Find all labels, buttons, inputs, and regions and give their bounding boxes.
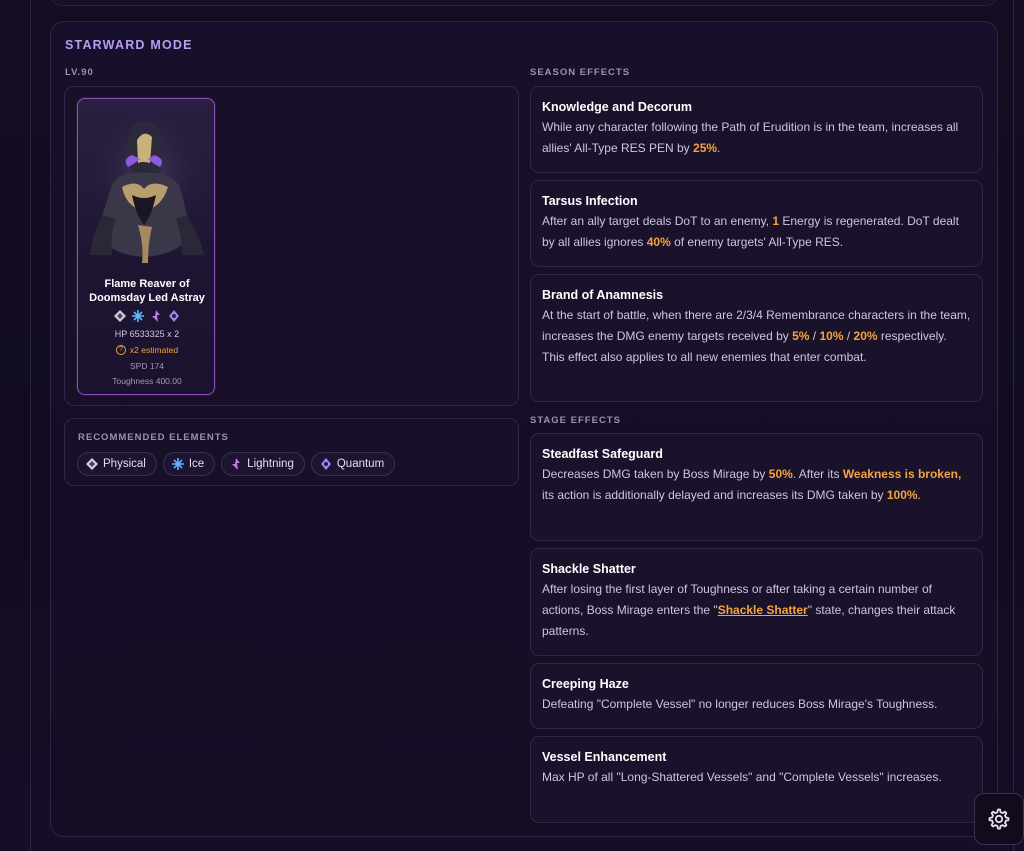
season-effect-card: Knowledge and Decorum While any characte… bbox=[530, 86, 983, 173]
hp-estimate: ? x2 estimated bbox=[78, 345, 216, 355]
description-text: / bbox=[843, 329, 854, 343]
weakness-row bbox=[78, 309, 216, 322]
enemy-card[interactable]: Flame Reaver of Doomsday Led Astray HP 6… bbox=[77, 98, 215, 395]
highlight-value: 50% bbox=[768, 467, 793, 481]
effect-title: Vessel Enhancement bbox=[542, 750, 667, 764]
element-chip-ice[interactable]: Ice bbox=[162, 452, 216, 476]
element-chip-label: Lightning bbox=[247, 458, 294, 470]
description-text: / bbox=[809, 329, 820, 343]
element-chip-label: Quantum bbox=[336, 458, 385, 470]
ice-icon bbox=[132, 309, 144, 322]
lightning-icon bbox=[232, 458, 241, 470]
enemy-toughness: Toughness 400.00 bbox=[112, 376, 182, 386]
description-text: . bbox=[917, 488, 921, 502]
ice-icon bbox=[171, 458, 184, 470]
description-text: Decreases DMG taken by Boss Mirage by bbox=[542, 467, 769, 481]
enemy-spd: SPD 174 bbox=[129, 361, 165, 371]
effect-title: Creeping Haze bbox=[542, 677, 629, 691]
quantum-icon bbox=[320, 458, 331, 470]
element-chip-quantum[interactable]: Quantum bbox=[310, 452, 396, 476]
hp-estimate-text: x2 estimated bbox=[129, 345, 179, 355]
estimate-icon: ? bbox=[115, 345, 126, 355]
effect-description: After losing the first layer of Toughnes… bbox=[542, 579, 971, 642]
physical-icon bbox=[86, 458, 98, 470]
effect-description: Decreases DMG taken by Boss Mirage by 50… bbox=[542, 464, 971, 506]
enemy-name: Flame Reaver of Doomsday Led Astray bbox=[89, 278, 205, 304]
description-text: . bbox=[717, 141, 721, 155]
effect-title: Shackle Shatter bbox=[542, 562, 636, 576]
level-label: LV.90 bbox=[65, 67, 94, 78]
highlight-value: 100% bbox=[886, 488, 918, 502]
effect-description: While any character following the Path o… bbox=[542, 117, 971, 159]
stage-effect-card: Steadfast Safeguard Decreases DMG taken … bbox=[530, 433, 983, 541]
highlight-value: Weakness is broken, bbox=[842, 467, 962, 481]
season-effects-label: SEASON EFFECTS bbox=[530, 67, 631, 78]
effect-description: Max HP of all "Long-Shattered Vessels" a… bbox=[542, 767, 971, 788]
description-text: its action is additionally delayed and i… bbox=[542, 488, 887, 502]
effect-title: Knowledge and Decorum bbox=[542, 100, 693, 114]
shackle-shatter-link[interactable]: Shackle Shatter bbox=[718, 603, 808, 617]
recommended-elements-panel: RECOMMENDED ELEMENTS Physical Ice Lightn… bbox=[64, 418, 519, 486]
season-effect-card: Brand of Anamnesis At the start of battl… bbox=[530, 274, 983, 402]
effect-title: Steadfast Safeguard bbox=[542, 447, 663, 461]
quantum-icon bbox=[168, 309, 180, 322]
recommended-elements-label: RECOMMENDED ELEMENTS bbox=[78, 432, 229, 443]
effect-description: After an ally target deals DoT to an ene… bbox=[542, 211, 971, 253]
element-chips: Physical Ice Lightning Quantum bbox=[77, 452, 396, 476]
previous-section-card bbox=[50, 0, 998, 6]
stage-effects-label: STAGE EFFECTS bbox=[530, 415, 621, 426]
gear-icon bbox=[988, 808, 1010, 830]
highlight-value: 5% bbox=[792, 329, 810, 343]
stage-effect-card: Shackle Shatter After losing the first l… bbox=[530, 548, 983, 656]
description-text: . After its bbox=[792, 467, 843, 481]
lightning-icon bbox=[150, 309, 162, 322]
stage-effect-card: Vessel Enhancement Max HP of all "Long-S… bbox=[530, 736, 983, 823]
highlight-value: 40% bbox=[646, 235, 671, 249]
effect-description: At the start of battle, when there are 2… bbox=[542, 305, 971, 368]
highlight-value: 20% bbox=[853, 329, 878, 343]
description-text: After an ally target deals DoT to an ene… bbox=[542, 214, 773, 228]
element-chip-label: Ice bbox=[188, 458, 205, 470]
element-chip-lightning[interactable]: Lightning bbox=[221, 452, 305, 476]
highlight-value: 25% bbox=[693, 141, 718, 155]
description-text: of enemy targets' All-Type RES. bbox=[670, 235, 844, 249]
element-chip-label: Physical bbox=[103, 458, 146, 470]
description-text: Max HP of all "Long-Shattered Vessels" a… bbox=[542, 770, 942, 784]
season-effect-card: Tarsus Infection After an ally target de… bbox=[530, 180, 983, 267]
highlight-value: 10% bbox=[819, 329, 844, 343]
element-chip-physical[interactable]: Physical bbox=[77, 452, 157, 476]
enemy-portrait bbox=[82, 115, 212, 265]
description-text: While any character following the Path o… bbox=[542, 120, 959, 155]
enemy-hp: HP 6533325 x 2 bbox=[114, 329, 180, 339]
effect-title: Tarsus Infection bbox=[542, 194, 638, 208]
stage-effect-card: Creeping Haze Defeating "Complete Vessel… bbox=[530, 663, 983, 729]
description-text: Defeating "Complete Vessel" no longer re… bbox=[542, 697, 938, 711]
settings-button[interactable] bbox=[974, 793, 1024, 845]
mode-title: STARWARD MODE bbox=[65, 38, 193, 52]
effect-description: Defeating "Complete Vessel" no longer re… bbox=[542, 694, 971, 715]
physical-icon bbox=[114, 309, 126, 322]
effect-title: Brand of Anamnesis bbox=[542, 288, 664, 302]
